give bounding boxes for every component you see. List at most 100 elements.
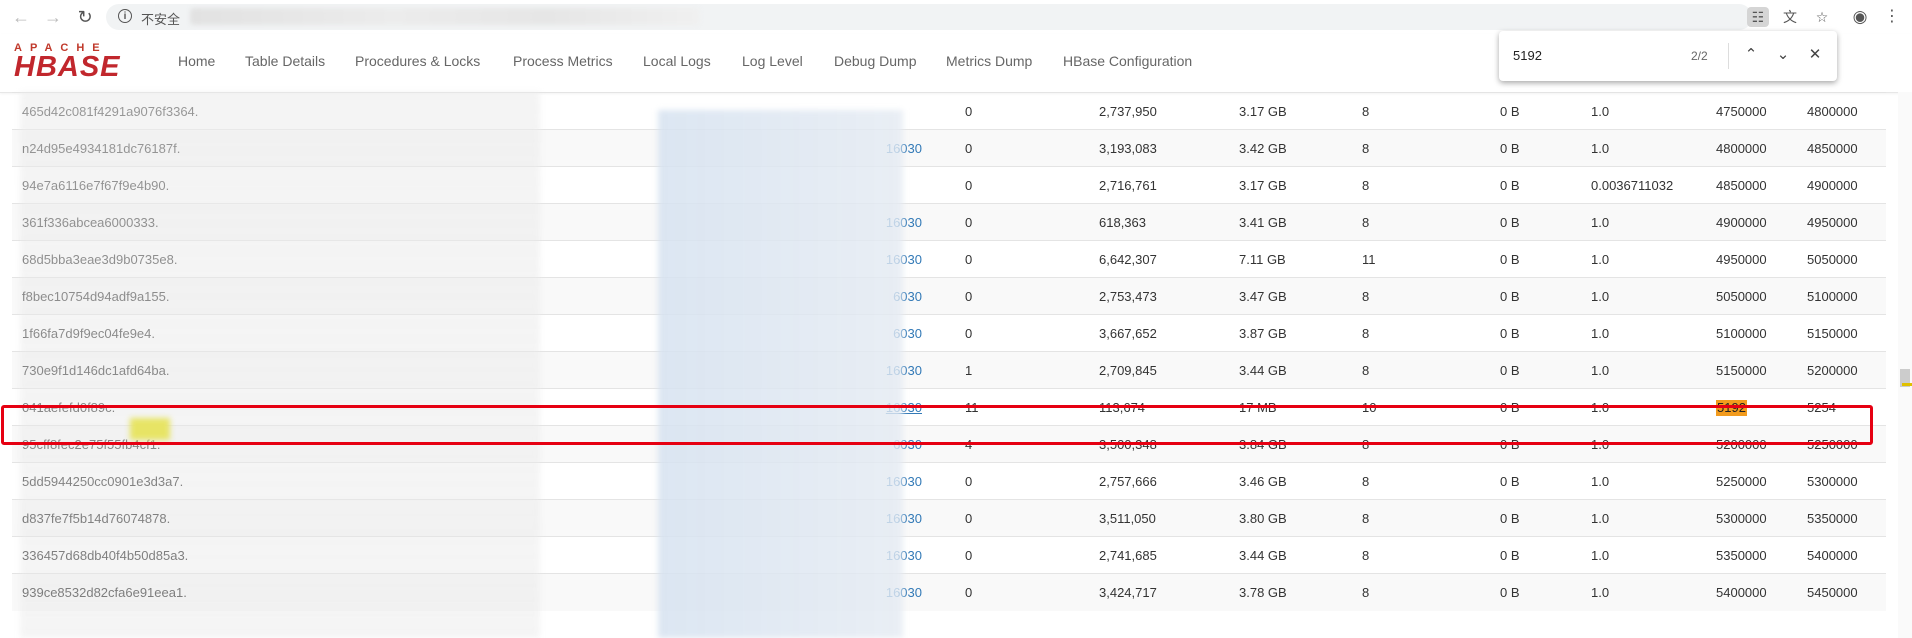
read-requests: 0: [965, 511, 973, 526]
end-key: 5300000: [1807, 474, 1858, 489]
forward-icon[interactable]: →: [42, 6, 64, 28]
write-requests: 2,716,761: [1099, 178, 1157, 193]
write-requests: 2,753,473: [1099, 289, 1157, 304]
start-key: 5400000: [1716, 585, 1767, 600]
storefile-size: 7.11 GB: [1239, 252, 1286, 267]
read-requests: 0: [965, 289, 973, 304]
menu-kebab-icon[interactable]: ⋮: [1881, 7, 1903, 27]
write-requests: 2,737,950: [1099, 104, 1157, 119]
write-requests: 2,709,845: [1099, 363, 1157, 378]
read-requests: 0: [965, 252, 973, 267]
logo-hbase[interactable]: HBASE: [14, 51, 121, 84]
locality: 1.0: [1591, 141, 1610, 156]
locality: 1.0: [1591, 548, 1610, 563]
memstore-size: 0 B: [1500, 585, 1520, 600]
storefile-size: 3.44 GB: [1239, 363, 1287, 378]
nav-hbase-configuration[interactable]: HBase Configuration: [1063, 53, 1192, 69]
read-requests: 0: [965, 474, 973, 489]
start-key: 4900000: [1716, 215, 1767, 230]
scrollbar[interactable]: [1898, 92, 1912, 638]
start-key: 5250000: [1716, 474, 1767, 489]
memstore-size: 0 B: [1500, 326, 1520, 341]
nav-local-logs[interactable]: Local Logs: [643, 53, 711, 69]
nav-debug-dump[interactable]: Debug Dump: [834, 53, 917, 69]
storefile-size: 3.17 GB: [1239, 178, 1287, 193]
write-requests: 2,757,666: [1099, 474, 1157, 489]
start-key: 5300000: [1716, 511, 1767, 526]
num-storefiles: 8: [1362, 104, 1370, 119]
find-in-page-icon[interactable]: ☷: [1747, 7, 1769, 27]
close-icon[interactable]: ✕: [1804, 44, 1826, 66]
start-key: 4800000: [1716, 141, 1767, 156]
end-key: 5050000: [1807, 252, 1858, 267]
end-key: 5450000: [1807, 585, 1858, 600]
chevron-down-icon[interactable]: ⌄: [1772, 44, 1794, 66]
start-key: 5350000: [1716, 548, 1767, 563]
end-key: 5350000: [1807, 511, 1858, 526]
nav-procedures-locks[interactable]: Procedures & Locks: [355, 53, 480, 69]
end-key: 4900000: [1807, 178, 1858, 193]
locality: 1.0: [1591, 363, 1610, 378]
write-requests: 3,193,083: [1099, 141, 1157, 156]
memstore-size: 0 B: [1500, 289, 1520, 304]
nav-log-level[interactable]: Log Level: [742, 53, 803, 69]
num-storefiles: 8: [1362, 363, 1370, 378]
read-requests: 0: [965, 215, 973, 230]
num-storefiles: 8: [1362, 474, 1370, 489]
start-key: 5050000: [1716, 289, 1767, 304]
start-key: 5100000: [1716, 326, 1767, 341]
memstore-size: 0 B: [1500, 178, 1520, 193]
storefile-size: 3.44 GB: [1239, 548, 1287, 563]
memstore-size: 0 B: [1500, 215, 1520, 230]
write-requests: 6,642,307: [1099, 252, 1157, 267]
locality: 1.0: [1591, 252, 1610, 267]
nav-table-details[interactable]: Table Details: [245, 53, 325, 69]
end-key: 5400000: [1807, 548, 1858, 563]
num-storefiles: 8: [1362, 326, 1370, 341]
end-key: 4950000: [1807, 215, 1858, 230]
read-requests: 1: [965, 363, 973, 378]
reload-icon[interactable]: ↻: [74, 6, 96, 28]
nav-process-metrics[interactable]: Process Metrics: [513, 53, 613, 69]
read-requests: 0: [965, 178, 973, 193]
storefile-size: 3.46 GB: [1239, 474, 1287, 489]
read-requests: 0: [965, 585, 973, 600]
write-requests: 618,363: [1099, 215, 1146, 230]
security-label: 不安全: [141, 12, 181, 27]
locality: 0.0036711032: [1591, 178, 1674, 193]
chevron-up-icon[interactable]: ⌃: [1740, 44, 1762, 66]
storefile-size: 3.80 GB: [1239, 511, 1287, 526]
profile-icon[interactable]: ◉: [1849, 7, 1871, 27]
storefile-size: 3.87 GB: [1239, 326, 1287, 341]
read-requests: 0: [965, 326, 973, 341]
selection-box: [1, 405, 1873, 445]
storefile-size: 3.17 GB: [1239, 104, 1287, 119]
storefile-size: 3.41 GB: [1239, 215, 1287, 230]
memstore-size: 0 B: [1500, 474, 1520, 489]
back-icon[interactable]: ←: [10, 6, 32, 28]
storefile-size: 3.78 GB: [1239, 585, 1287, 600]
memstore-size: 0 B: [1500, 141, 1520, 156]
num-storefiles: 11: [1362, 252, 1376, 267]
find-match-count: 2/2: [1691, 49, 1708, 63]
browser-toolbar: ← → ↻ i 不安全 ☷ 文 ☆ ◉ ⋮: [0, 0, 1912, 34]
locality: 1.0: [1591, 215, 1610, 230]
nav-metrics-dump[interactable]: Metrics Dump: [946, 53, 1032, 69]
num-storefiles: 8: [1362, 178, 1370, 193]
locality: 1.0: [1591, 585, 1610, 600]
find-input[interactable]: 5192: [1513, 48, 1542, 63]
start-key: 4850000: [1716, 178, 1767, 193]
info-icon[interactable]: i: [118, 9, 132, 23]
find-bar: 5192 2/2 ⌃ ⌄ ✕: [1499, 31, 1837, 81]
url-text[interactable]: [190, 8, 700, 25]
translate-icon[interactable]: 文: [1779, 7, 1801, 27]
end-key: 4800000: [1807, 104, 1858, 119]
bookmark-star-icon[interactable]: ☆: [1811, 7, 1833, 27]
nav-home[interactable]: Home: [178, 53, 215, 69]
read-requests: 0: [965, 548, 973, 563]
storefile-size: 3.47 GB: [1239, 289, 1287, 304]
start-key: 4750000: [1716, 104, 1767, 119]
storefile-size: 3.42 GB: [1239, 141, 1287, 156]
locality: 1.0: [1591, 104, 1610, 119]
write-requests: 3,424,717: [1099, 585, 1157, 600]
